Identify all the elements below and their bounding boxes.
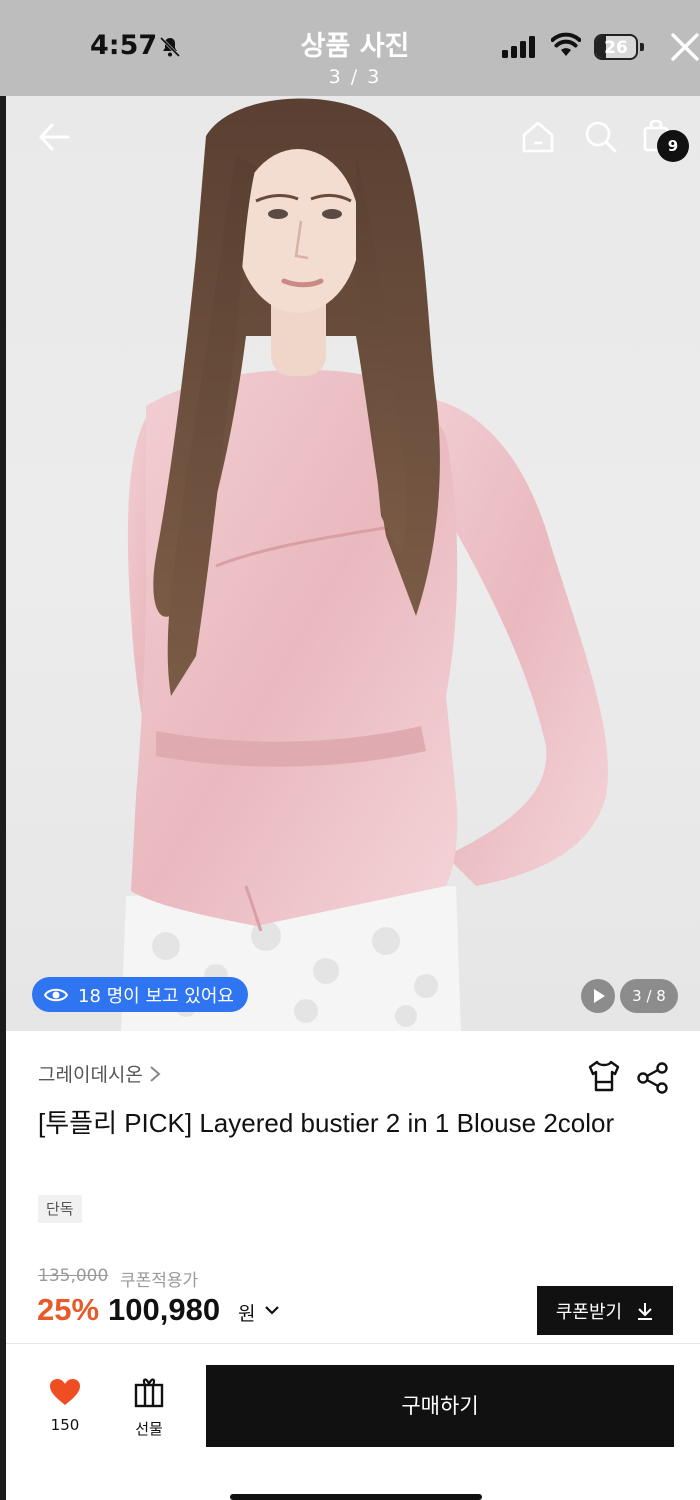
tshirt-size-icon[interactable] (586, 1058, 622, 1094)
gift-icon (134, 1378, 164, 1408)
image-counter: 3 / 8 (620, 979, 678, 1013)
divider (6, 1343, 700, 1344)
download-icon (638, 1302, 653, 1320)
play-icon (594, 989, 605, 1003)
like-button[interactable]: 150 (40, 1378, 90, 1434)
chevron-right-icon (150, 1065, 161, 1082)
cellular-signal-icon (502, 36, 535, 58)
back-arrow-icon[interactable] (38, 122, 70, 152)
final-price: 100,980 (108, 1292, 221, 1327)
original-price: 135,000 (38, 1266, 109, 1286)
brand-link[interactable]: 그레이데시온 (38, 1060, 161, 1087)
live-viewers-badge: 18 명이 보고 있어요 (32, 977, 248, 1012)
battery-icon: 26 (594, 34, 644, 60)
home-icon[interactable] (521, 120, 555, 154)
close-icon[interactable] (670, 32, 700, 62)
exclusive-tag: 단독 (38, 1195, 82, 1223)
wifi-icon (551, 32, 581, 56)
coupon-price-label: 쿠폰적용가 (120, 1271, 199, 1291)
viewer-header: 4:57 상품 사진 3 / 3 26 (0, 0, 700, 96)
coupon-download-button[interactable]: 쿠폰받기 (537, 1286, 673, 1335)
product-photo[interactable]: 9 18 명이 보고 있어요 3 / 8 (6, 96, 700, 1031)
play-video-button[interactable] (581, 979, 615, 1013)
product-screenshot: 9 18 명이 보고 있어요 3 / 8 그레이데시온 [투플리 PICK] L… (6, 96, 700, 1500)
heart-icon (50, 1379, 80, 1405)
coupon-button-label: 쿠폰받기 (555, 1301, 623, 1323)
viewer-counter: 3 / 3 (328, 66, 382, 88)
price-unit: 원 (238, 1303, 256, 1325)
gift-button[interactable]: 선물 (124, 1376, 174, 1439)
like-count: 150 (50, 1416, 80, 1434)
battery-level: 26 (604, 38, 628, 58)
brand-name: 그레이데시온 (38, 1064, 143, 1086)
live-viewers-text: 18 명이 보고 있어요 (78, 985, 234, 1007)
home-indicator (230, 1494, 482, 1500)
discount-rate: 25% (37, 1292, 100, 1327)
chevron-down-icon[interactable] (264, 1304, 280, 1316)
eye-icon (44, 988, 68, 1001)
search-icon[interactable] (584, 120, 618, 154)
buy-button[interactable]: 구매하기 (206, 1365, 674, 1447)
gift-label: 선물 (135, 1420, 163, 1438)
share-icon[interactable] (636, 1062, 670, 1094)
cart-count-badge: 9 (657, 130, 689, 162)
model-illustration (121, 98, 608, 1031)
product-title: [투플리 PICK] Layered bustier 2 in 1 Blouse… (38, 1108, 615, 1138)
